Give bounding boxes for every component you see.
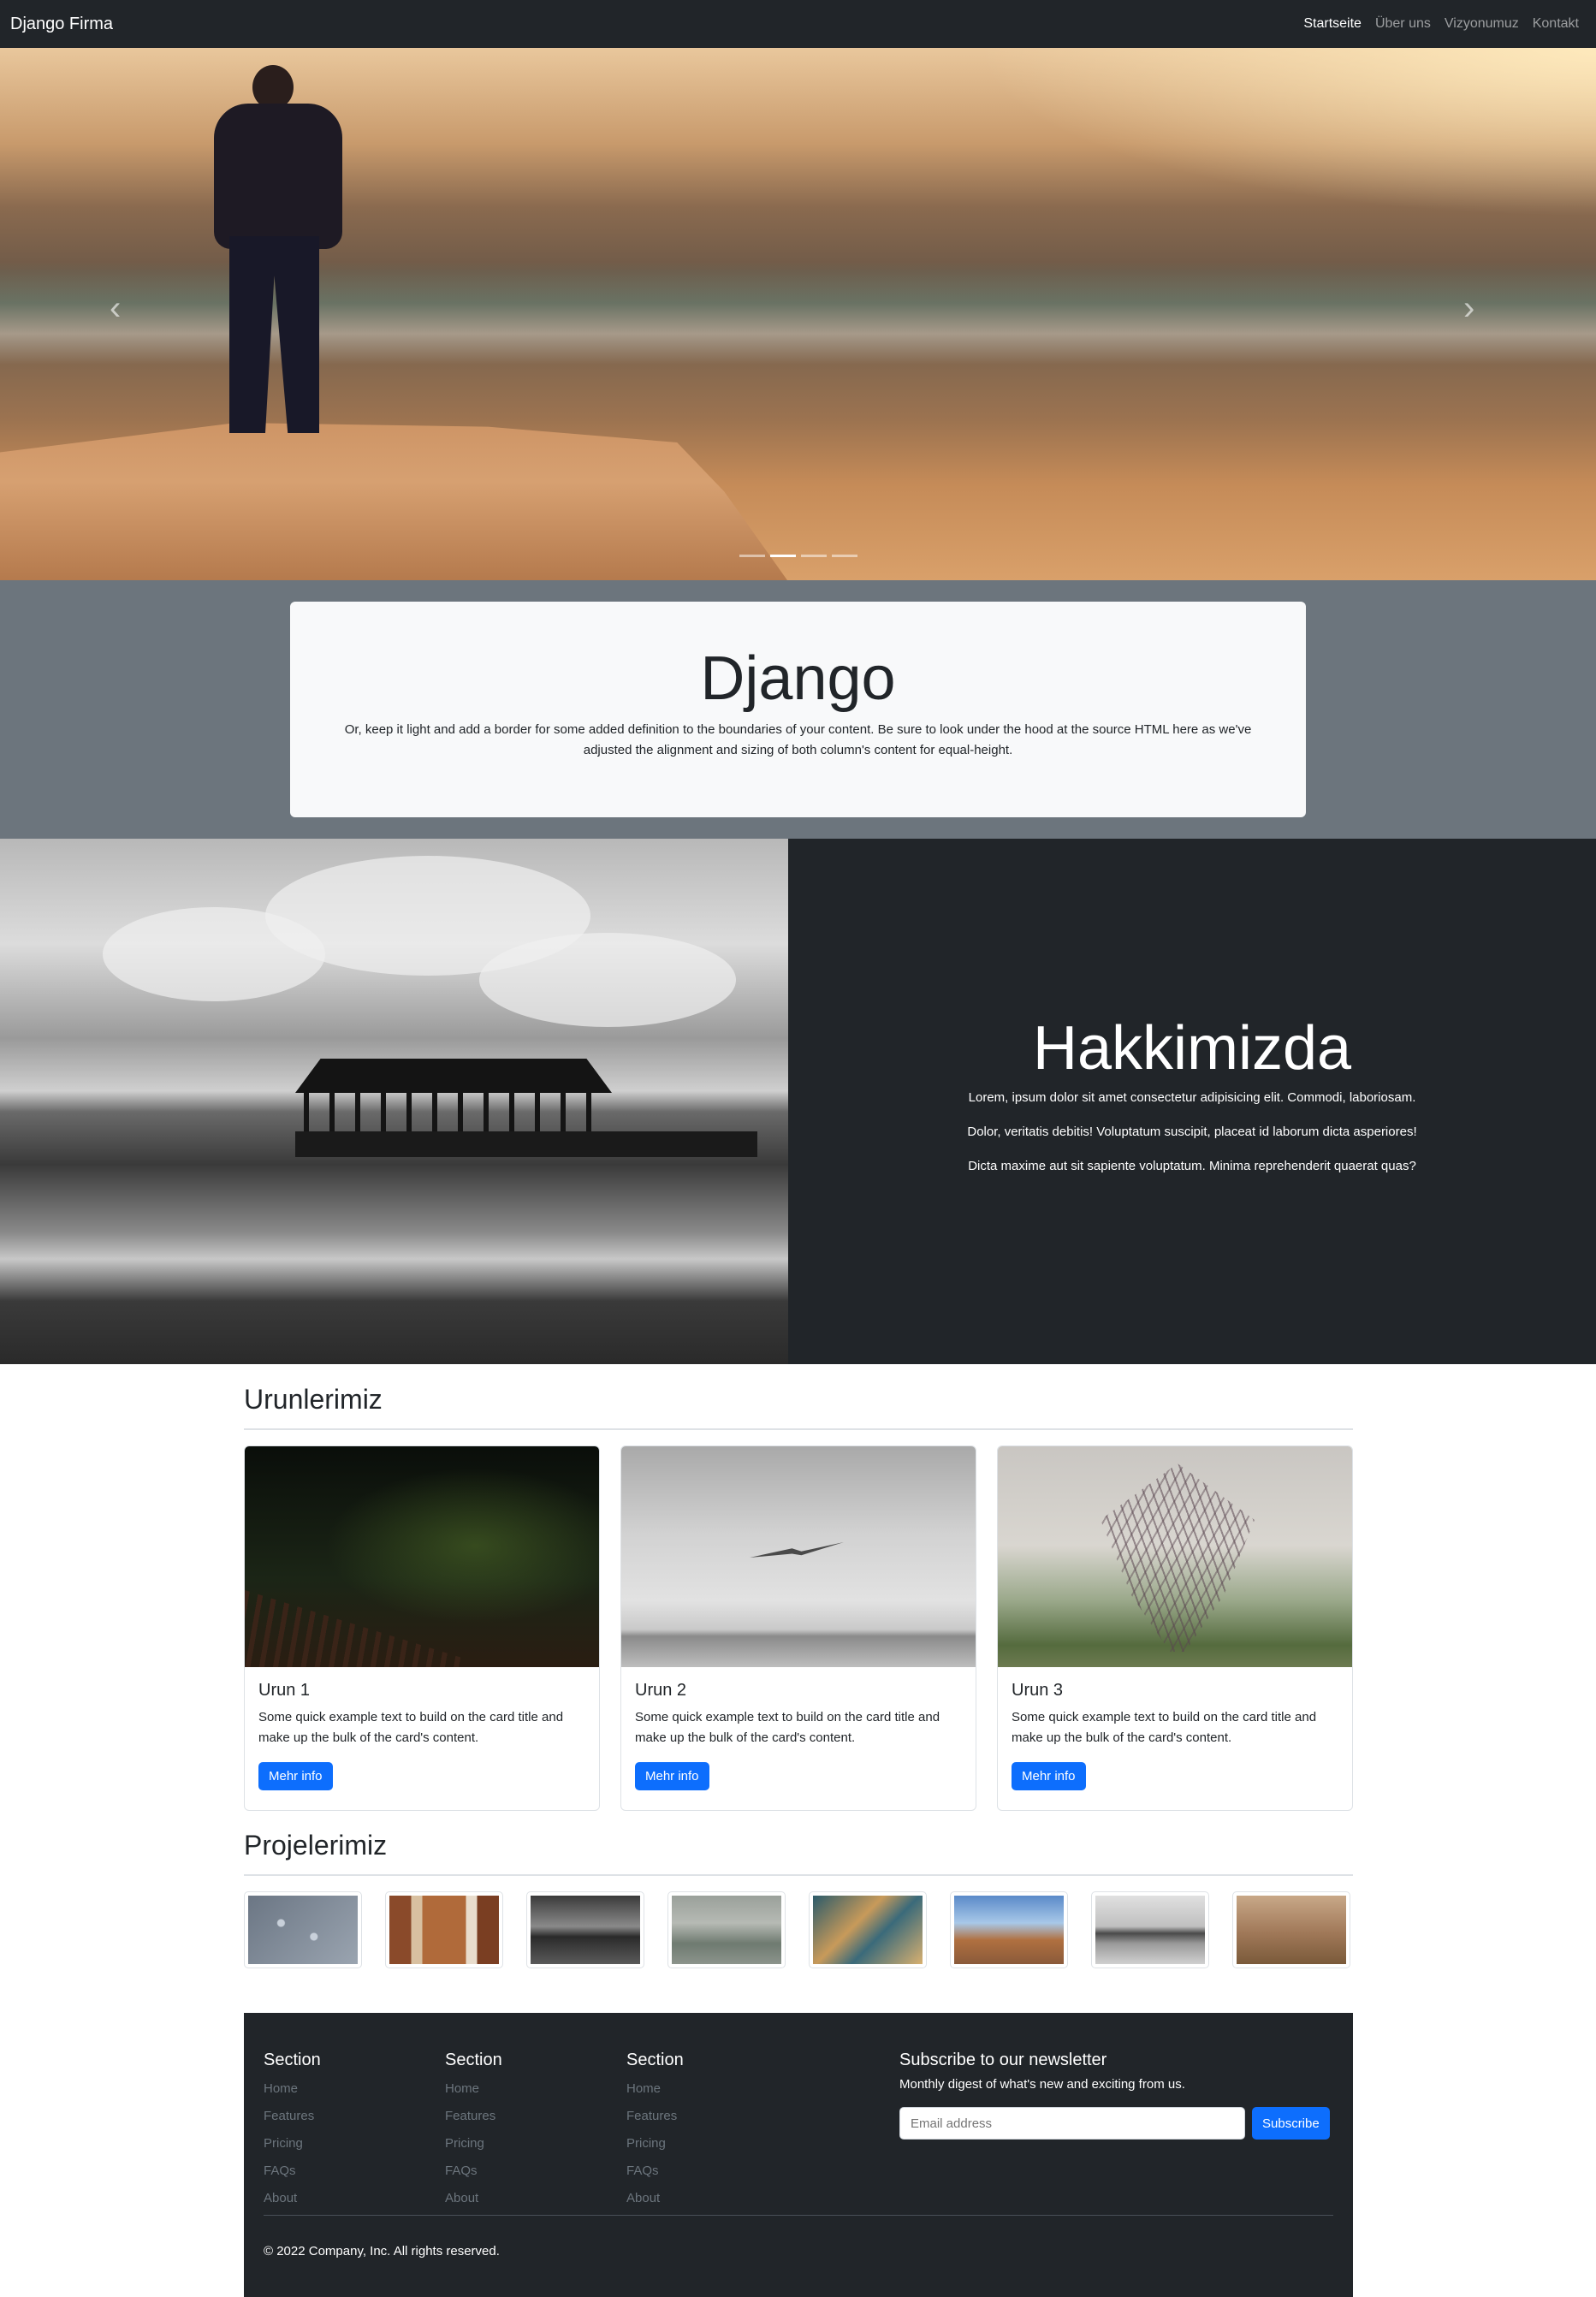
hero-fisherman-image <box>214 65 342 433</box>
footer-link-features[interactable]: Features <box>445 2103 502 2130</box>
card-title: Urun 3 <box>1012 1681 1064 1700</box>
footer-link-pricing[interactable]: Pricing <box>264 2130 321 2158</box>
chevron-right-icon[interactable]: › <box>1463 291 1474 325</box>
nav-link-uber-uns[interactable]: Über uns <box>1368 16 1438 32</box>
nav-links: Startseite Über uns Vizyonumuz Kontakt <box>1296 16 1586 32</box>
products-divider <box>244 1428 1353 1430</box>
card-title: Urun 1 <box>258 1681 311 1700</box>
projects-heading: Projelerimiz <box>244 1830 388 1861</box>
about-line: Dolor, veritatis debitis! Voluptatum sus… <box>967 1125 1417 1139</box>
products-heading: Urunlerimiz <box>244 1384 383 1415</box>
mehr-info-button[interactable]: Mehr info <box>258 1762 333 1790</box>
footer: Section Home Features Pricing FAQs About… <box>244 2013 1353 2297</box>
footer-heading: Section <box>264 2051 321 2069</box>
chevron-left-icon[interactable]: ‹ <box>110 291 121 325</box>
navbar: Django Firma Startseite Über uns Vizyonu… <box>0 0 1596 48</box>
about-section: Hakkimizda Lorem, ipsum dolor sit amet c… <box>788 839 1596 1364</box>
jumbotron-card: Django Or, keep it light and add a borde… <box>290 602 1306 817</box>
about-line: Dicta maxime aut sit sapiente voluptatum… <box>968 1159 1416 1173</box>
footer-link-faqs[interactable]: FAQs <box>445 2158 502 2185</box>
hero-carousel <box>0 48 1596 580</box>
carousel-indicator-4[interactable] <box>832 555 857 557</box>
product-image <box>621 1446 976 1667</box>
about-pier-image <box>0 839 788 1364</box>
footer-link-faqs[interactable]: FAQs <box>264 2158 321 2185</box>
footer-heading: Section <box>445 2051 502 2069</box>
footer-link-features[interactable]: Features <box>626 2103 684 2130</box>
footer-link-about[interactable]: About <box>445 2185 502 2212</box>
about-title: Hakkimizda <box>1032 1014 1352 1083</box>
nav-link-startseite[interactable]: Startseite <box>1296 16 1368 32</box>
nav-link-kontakt[interactable]: Kontakt <box>1526 16 1586 32</box>
project-thumbnail[interactable] <box>950 1891 1068 1968</box>
about-text: Lorem, ipsum dolor sit amet consectetur … <box>788 1089 1596 1191</box>
email-input[interactable] <box>899 2107 1245 2140</box>
footer-link-about[interactable]: About <box>264 2185 321 2212</box>
product-image <box>998 1446 1352 1667</box>
footer-link-home[interactable]: Home <box>264 2075 321 2103</box>
footer-link-home[interactable]: Home <box>626 2075 684 2103</box>
footer-column-1: Section Home Features Pricing FAQs About <box>264 2051 321 2212</box>
card-text: Some quick example text to build on the … <box>1012 1710 1317 1745</box>
copyright-text: © 2022 Company, Inc. All rights reserved… <box>264 2244 500 2258</box>
project-thumbnail[interactable] <box>385 1891 503 1968</box>
carousel-indicators <box>739 555 857 557</box>
project-thumbnail[interactable] <box>1091 1891 1209 1968</box>
footer-column-2: Section Home Features Pricing FAQs About <box>445 2051 502 2212</box>
footer-link-pricing[interactable]: Pricing <box>626 2130 684 2158</box>
footer-link-features[interactable]: Features <box>264 2103 321 2130</box>
footer-link-about[interactable]: About <box>626 2185 684 2212</box>
jumbotron-title: Django <box>700 644 896 713</box>
project-thumbnail[interactable] <box>667 1891 786 1968</box>
product-image <box>245 1446 599 1667</box>
about-line: Lorem, ipsum dolor sit amet consectetur … <box>968 1090 1416 1105</box>
product-card: Urun 3 Some quick example text to build … <box>997 1445 1353 1811</box>
hero-rock <box>0 423 787 580</box>
carousel-indicator-1[interactable] <box>739 555 765 557</box>
footer-heading: Section <box>626 2051 684 2069</box>
newsletter: Subscribe to our newsletter Monthly dige… <box>899 2051 1333 2140</box>
card-text: Some quick example text to build on the … <box>635 1710 940 1745</box>
card-text: Some quick example text to build on the … <box>258 1710 564 1745</box>
carousel-indicator-2[interactable] <box>770 555 796 557</box>
jumbotron-text: Or, keep it light and add a border for s… <box>344 722 1252 757</box>
subscribe-button[interactable]: Subscribe <box>1252 2107 1330 2140</box>
card-title: Urun 2 <box>635 1681 687 1700</box>
footer-link-home[interactable]: Home <box>445 2075 502 2103</box>
project-thumbnail[interactable] <box>1232 1891 1350 1968</box>
newsletter-heading: Subscribe to our newsletter <box>899 2051 1107 2069</box>
project-thumbnail[interactable] <box>809 1891 927 1968</box>
newsletter-form: Subscribe <box>899 2107 1333 2140</box>
footer-column-3: Section Home Features Pricing FAQs About <box>626 2051 684 2212</box>
project-thumbnail[interactable] <box>244 1891 362 1968</box>
footer-link-pricing[interactable]: Pricing <box>445 2130 502 2158</box>
carousel-indicator-3[interactable] <box>801 555 827 557</box>
brand-logo-link[interactable]: Django Firma <box>10 15 113 34</box>
footer-divider <box>264 2215 1333 2216</box>
product-card: Urun 1 Some quick example text to build … <box>244 1445 600 1811</box>
projects-divider <box>244 1874 1353 1876</box>
mehr-info-button[interactable]: Mehr info <box>635 1762 709 1790</box>
mehr-info-button[interactable]: Mehr info <box>1012 1762 1086 1790</box>
newsletter-text: Monthly digest of what's new and excitin… <box>899 2077 1185 2092</box>
footer-link-faqs[interactable]: FAQs <box>626 2158 684 2185</box>
project-thumbnail[interactable] <box>526 1891 644 1968</box>
nav-link-vizyonumuz[interactable]: Vizyonumuz <box>1438 16 1526 32</box>
product-card: Urun 2 Some quick example text to build … <box>620 1445 976 1811</box>
